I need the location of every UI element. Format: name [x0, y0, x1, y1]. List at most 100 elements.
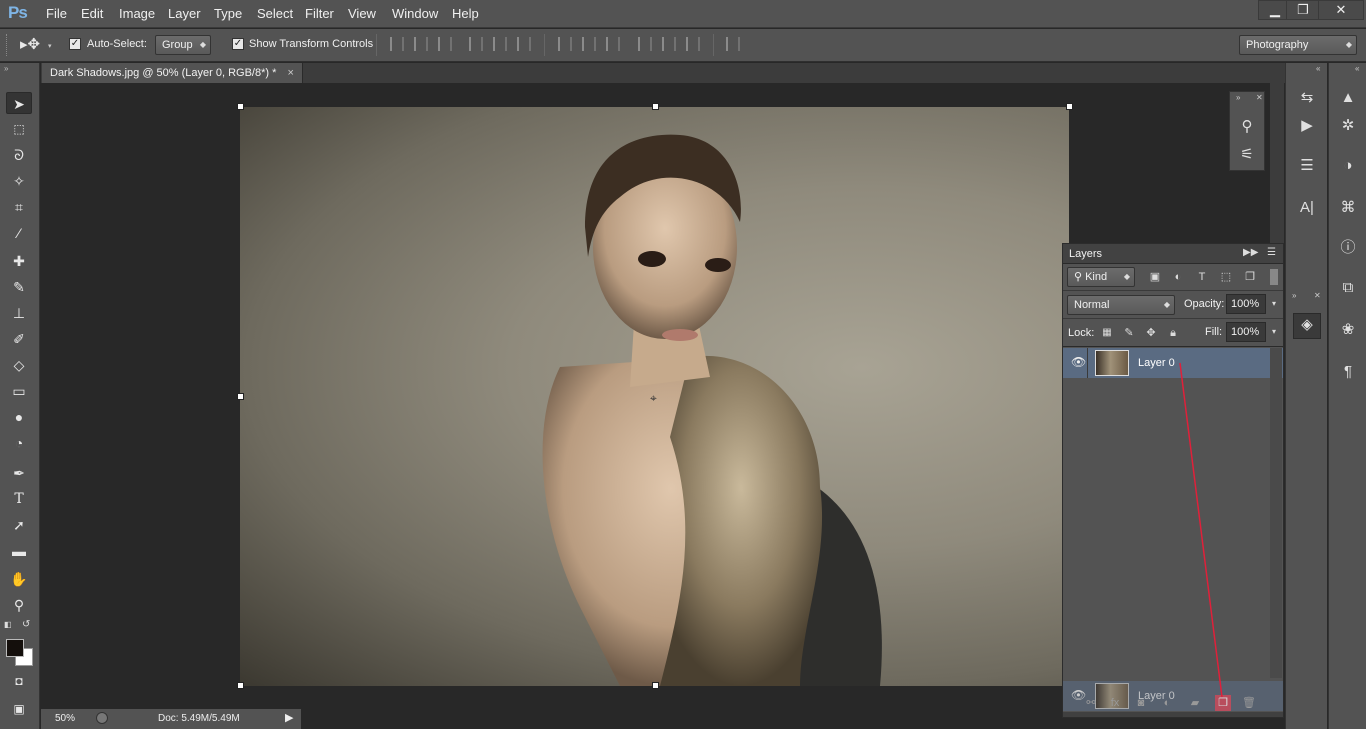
paragraph-icon[interactable]: ¶	[1336, 361, 1360, 383]
filter-type-icon[interactable]: T	[1194, 269, 1210, 285]
close-panel-icon[interactable]: ✕	[1256, 93, 1263, 102]
expand-panel-icon[interactable]: »	[1292, 291, 1296, 300]
align-bottom-icon[interactable]	[438, 37, 452, 51]
lasso-icon[interactable]: ᘐ	[6, 144, 32, 166]
magic-wand-icon[interactable]: ✧	[6, 170, 32, 192]
add-mask-icon[interactable]: ◙	[1133, 695, 1149, 711]
fill-input[interactable]: 100%	[1226, 322, 1266, 342]
close-tab-icon[interactable]: ×	[287, 67, 293, 79]
history-brush-icon[interactable]: ✐	[6, 328, 32, 350]
transform-handle-ml[interactable]	[237, 393, 244, 400]
workspace-dropdown[interactable]: Photography ◆	[1239, 35, 1357, 55]
distribute-vcenter-icon[interactable]	[582, 37, 596, 51]
close-window-button[interactable]: ✕	[1318, 0, 1364, 20]
collapse-toolbox-icon[interactable]: »	[4, 64, 8, 73]
collapse-dock-icon[interactable]: «	[1316, 64, 1320, 73]
rectangle-icon[interactable]: ▬	[6, 540, 32, 562]
auto-select-target-dropdown[interactable]: Group ◆	[155, 35, 211, 55]
layer-thumbnail[interactable]	[1095, 350, 1129, 376]
gradient-icon[interactable]: ▭	[6, 380, 32, 402]
actions-icon[interactable]: ▶	[1295, 115, 1319, 137]
layers-panel-title[interactable]: Layers	[1069, 248, 1102, 260]
transform-handle-bl[interactable]	[237, 682, 244, 689]
pen-icon[interactable]: ✒	[6, 462, 32, 484]
foreground-color-swatch[interactable]	[6, 639, 24, 657]
distribute-right-icon[interactable]	[686, 37, 700, 51]
align-hcenter-icon[interactable]	[493, 37, 507, 51]
crop-icon[interactable]: ⌗	[6, 196, 32, 218]
move-icon[interactable]: ➤	[6, 92, 32, 114]
properties-icon[interactable]: ⧉	[1336, 277, 1360, 299]
link-layers-icon[interactable]: ⚯	[1083, 695, 1099, 711]
show-transform-checkbox[interactable]: ✓	[232, 38, 244, 50]
transform-handle-bc[interactable]	[652, 682, 659, 689]
fill-slider-arrow-icon[interactable]: ▾	[1266, 324, 1282, 340]
menu-window[interactable]: Window	[386, 0, 444, 28]
menu-type[interactable]: Type	[208, 0, 248, 28]
filter-smart-object-icon[interactable]: ❐	[1242, 269, 1258, 285]
opacity-input[interactable]: 100%	[1226, 294, 1266, 314]
distribute-top-icon[interactable]	[558, 37, 572, 51]
layers-scrollbar[interactable]	[1270, 348, 1282, 678]
swap-colors-icon[interactable]: ↺	[22, 619, 30, 630]
menu-layer[interactable]: Layer	[162, 0, 207, 28]
default-colors-icon[interactable]: ◧	[4, 620, 12, 629]
layers-panel-icon[interactable]: ◈	[1293, 313, 1321, 339]
filter-kind-dropdown[interactable]: ⚲ Kind ◆	[1067, 267, 1135, 287]
expand-panel-icon[interactable]: ▶▶	[1243, 247, 1258, 258]
histogram-icon[interactable]: ▲	[1336, 87, 1360, 109]
history-icon[interactable]: ⇆	[1295, 87, 1319, 109]
align-vcenter-icon[interactable]	[414, 37, 428, 51]
menu-edit[interactable]: Edit	[75, 0, 109, 28]
status-menu-arrow-icon[interactable]: ▶	[285, 711, 293, 724]
menu-help[interactable]: Help	[446, 0, 485, 28]
distribute-bottom-icon[interactable]	[606, 37, 620, 51]
filter-adjustment-icon[interactable]: ◐	[1170, 269, 1186, 285]
brush-icon[interactable]: ✎	[6, 276, 32, 298]
distribute-hcenter-icon[interactable]	[662, 37, 676, 51]
menu-select[interactable]: Select	[251, 0, 299, 28]
align-top-icon[interactable]	[390, 37, 404, 51]
collapse-dock-icon[interactable]: «	[1355, 64, 1359, 73]
panel-menu-icon[interactable]: ☰	[1267, 247, 1276, 258]
filter-toggle[interactable]	[1270, 269, 1278, 285]
paths-icon[interactable]: ⌘	[1336, 197, 1360, 219]
channels-icon[interactable]: ❀	[1336, 319, 1360, 341]
screen-mode-icon[interactable]: ▣	[6, 698, 32, 720]
move-tool-preset-icon[interactable]: ▸✥	[20, 35, 40, 53]
document-tab[interactable]: Dark Shadows.jpg @ 50% (Layer 0, RGB/8*)…	[42, 63, 303, 83]
distribute-left-icon[interactable]	[638, 37, 652, 51]
auto-align-icon[interactable]	[726, 37, 740, 51]
lock-position-icon[interactable]: ✥	[1143, 325, 1159, 341]
quick-mask-icon[interactable]: ◘	[6, 670, 32, 692]
align-right-icon[interactable]	[517, 37, 531, 51]
preset-chevron-icon[interactable]: ▾	[48, 42, 52, 50]
brush-presets-icon[interactable]: ⚲	[1235, 116, 1259, 138]
visibility-eye-icon[interactable]: 👁︎	[1071, 355, 1086, 369]
lock-all-icon[interactable]: 🔒︎	[1165, 325, 1181, 341]
menu-view[interactable]: View	[342, 0, 382, 28]
transform-handle-tc[interactable]	[652, 103, 659, 110]
stamp-icon[interactable]: ⊥	[6, 302, 32, 324]
lock-transparent-icon[interactable]: ▦	[1099, 325, 1115, 341]
menu-image[interactable]: Image	[113, 0, 161, 28]
zoom-level[interactable]: 50%	[55, 713, 75, 724]
delete-layer-icon[interactable]: 🗑︎	[1241, 695, 1257, 711]
auto-select-checkbox[interactable]: ✓	[69, 38, 81, 50]
fx-icon[interactable]: fx	[1107, 695, 1123, 711]
info-icon[interactable]: ⓘ	[1336, 237, 1360, 259]
transform-center-icon[interactable]: ⌖	[650, 391, 657, 406]
character-icon[interactable]: A|	[1295, 197, 1319, 219]
marquee-icon[interactable]: ⬚	[6, 118, 32, 140]
healing-icon[interactable]: ✚	[6, 250, 32, 272]
type-icon[interactable]: T	[6, 488, 32, 510]
filter-shape-icon[interactable]: ⬚	[1218, 269, 1234, 285]
blend-mode-dropdown[interactable]: Normal ◆	[1067, 295, 1175, 315]
panel-resize-grip[interactable]	[1063, 712, 1283, 717]
expand-panel-icon[interactable]: »	[1236, 93, 1240, 102]
dodge-icon[interactable]: ◔	[6, 432, 32, 454]
status-info-icon[interactable]	[96, 712, 108, 724]
menu-file[interactable]: File	[40, 0, 73, 28]
zoom-icon[interactable]: ⚲	[6, 594, 32, 616]
blur-icon[interactable]: ●	[6, 406, 32, 428]
